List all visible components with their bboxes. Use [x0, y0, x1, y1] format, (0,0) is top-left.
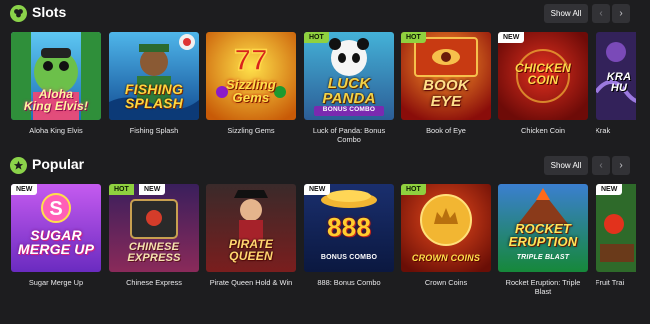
slots-next-button[interactable]: › [612, 4, 630, 23]
chevron-right-icon: › [619, 8, 623, 19]
svg-text:77: 77 [234, 44, 267, 77]
chevron-left-icon: ‹ [599, 8, 603, 19]
new-badge: NEW [596, 184, 623, 195]
game-name: Rocket Eruption: Triple Blast [505, 278, 581, 297]
game-art-subtitle: BONUS COMBO [322, 106, 376, 113]
game-name: Sizzling Gems [227, 126, 275, 135]
game-name: Chinese Express [126, 278, 182, 287]
popular-next-button[interactable]: › [612, 156, 630, 175]
new-badge: NEW [498, 32, 525, 43]
game-thumbnail[interactable]: CHINESE EXPRESS HOT NEW [109, 184, 199, 272]
game-thumbnail[interactable]: CROWN COINS HOT [401, 184, 491, 272]
game-thumbnail[interactable]: PIRATE QUEEN [206, 184, 296, 272]
game-name: Book of Eye [426, 126, 466, 135]
game-thumbnail[interactable]: NEW [596, 184, 636, 272]
game-art-title: ROCKET ERUPTION [508, 221, 578, 249]
game-art-title: BOOK EYE [423, 77, 469, 110]
game-name: Fishing Splash [129, 126, 179, 135]
chevron-right-icon: › [619, 160, 623, 171]
game-thumbnail[interactable]: FISHING SPLASH [109, 32, 199, 120]
game-thumbnail[interactable]: BOOK EYE HOT [401, 32, 491, 120]
game-art-subtitle: TRIPLE BLAST [516, 254, 570, 261]
game-name: Fruit Trai [596, 278, 625, 287]
game-thumbnail[interactable]: 77 Sizzling Gems [206, 32, 296, 120]
hot-badge: HOT [401, 184, 426, 195]
game-art-title: FISHING SPLASH [124, 81, 184, 111]
game-art-title: CHICKEN COIN [514, 61, 572, 87]
popular-prev-button[interactable]: ‹ [592, 156, 610, 175]
game-thumbnail[interactable]: ROCKET ERUPTION TRIPLE BLAST [498, 184, 588, 272]
game-art: 77 [206, 32, 296, 120]
hot-badge: HOT [401, 32, 426, 43]
game-thumbnail[interactable]: S SUGAR MERGE UP NEW [11, 184, 101, 272]
hot-badge: HOT [304, 32, 329, 43]
game-thumbnail[interactable]: 888 BONUS COMBO NEW [304, 184, 394, 272]
game-art-title: PIRATE QUEEN [228, 237, 274, 263]
star-icon [10, 157, 27, 174]
chevron-left-icon: ‹ [599, 160, 603, 171]
game-name: Crown Coins [424, 278, 468, 287]
new-badge: NEW [139, 184, 166, 195]
slots-title: Slots [32, 4, 67, 20]
game-art [596, 184, 636, 272]
game-thumbnail[interactable]: KRA HU [596, 32, 636, 120]
game-name: Pirate Queen Hold & Win [209, 278, 293, 287]
slots-show-all-button[interactable]: Show All [544, 4, 588, 23]
game-art-title: SUGAR MERGE UP [17, 227, 95, 257]
game-art-title: CROWN COINS [411, 253, 481, 263]
new-badge: NEW [304, 184, 331, 195]
game-thumbnail[interactable]: CHICKEN COIN NEW [498, 32, 588, 120]
new-badge: NEW [11, 184, 38, 195]
game-name: Aloha King Elvis [29, 126, 83, 135]
game-art-title: KRA HU [606, 71, 632, 94]
slots-prev-button[interactable]: ‹ [592, 4, 610, 23]
svg-text:S: S [49, 198, 62, 220]
game-name: Krak [596, 126, 611, 135]
game-card[interactable]: KRA HU Krak [596, 32, 636, 172]
game-thumbnail[interactable]: Aloha King Elvis! [11, 32, 101, 120]
game-art-title: Sizzling Gems [226, 77, 276, 105]
clover-icon [10, 5, 27, 22]
game-art-title: CHINESE EXPRESS [127, 241, 181, 264]
game-art-subtitle: BONUS COMBO [320, 254, 378, 261]
game-card[interactable]: NEW Fruit Trai [596, 184, 636, 324]
hot-badge: HOT [109, 184, 134, 195]
game-name: Sugar Merge Up [28, 278, 84, 287]
game-name: Luck of Panda: Bonus Combo [312, 126, 386, 145]
game-art-title: LUCK PANDA [322, 75, 376, 107]
game-name: 888: Bonus Combo [317, 278, 381, 287]
slots-header: Slots Show All ‹ › [0, 0, 650, 30]
popular-title: Popular [32, 156, 85, 172]
game-name: Chicken Coin [521, 126, 565, 135]
popular-header: Popular Show All ‹ › [0, 152, 650, 182]
game-art-title: Aloha King Elvis! [23, 87, 89, 113]
game-thumbnail[interactable]: LUCK PANDA BONUS COMBO HOT [304, 32, 394, 120]
game-art-title: 888 [327, 212, 371, 242]
popular-show-all-button[interactable]: Show All [544, 156, 588, 175]
